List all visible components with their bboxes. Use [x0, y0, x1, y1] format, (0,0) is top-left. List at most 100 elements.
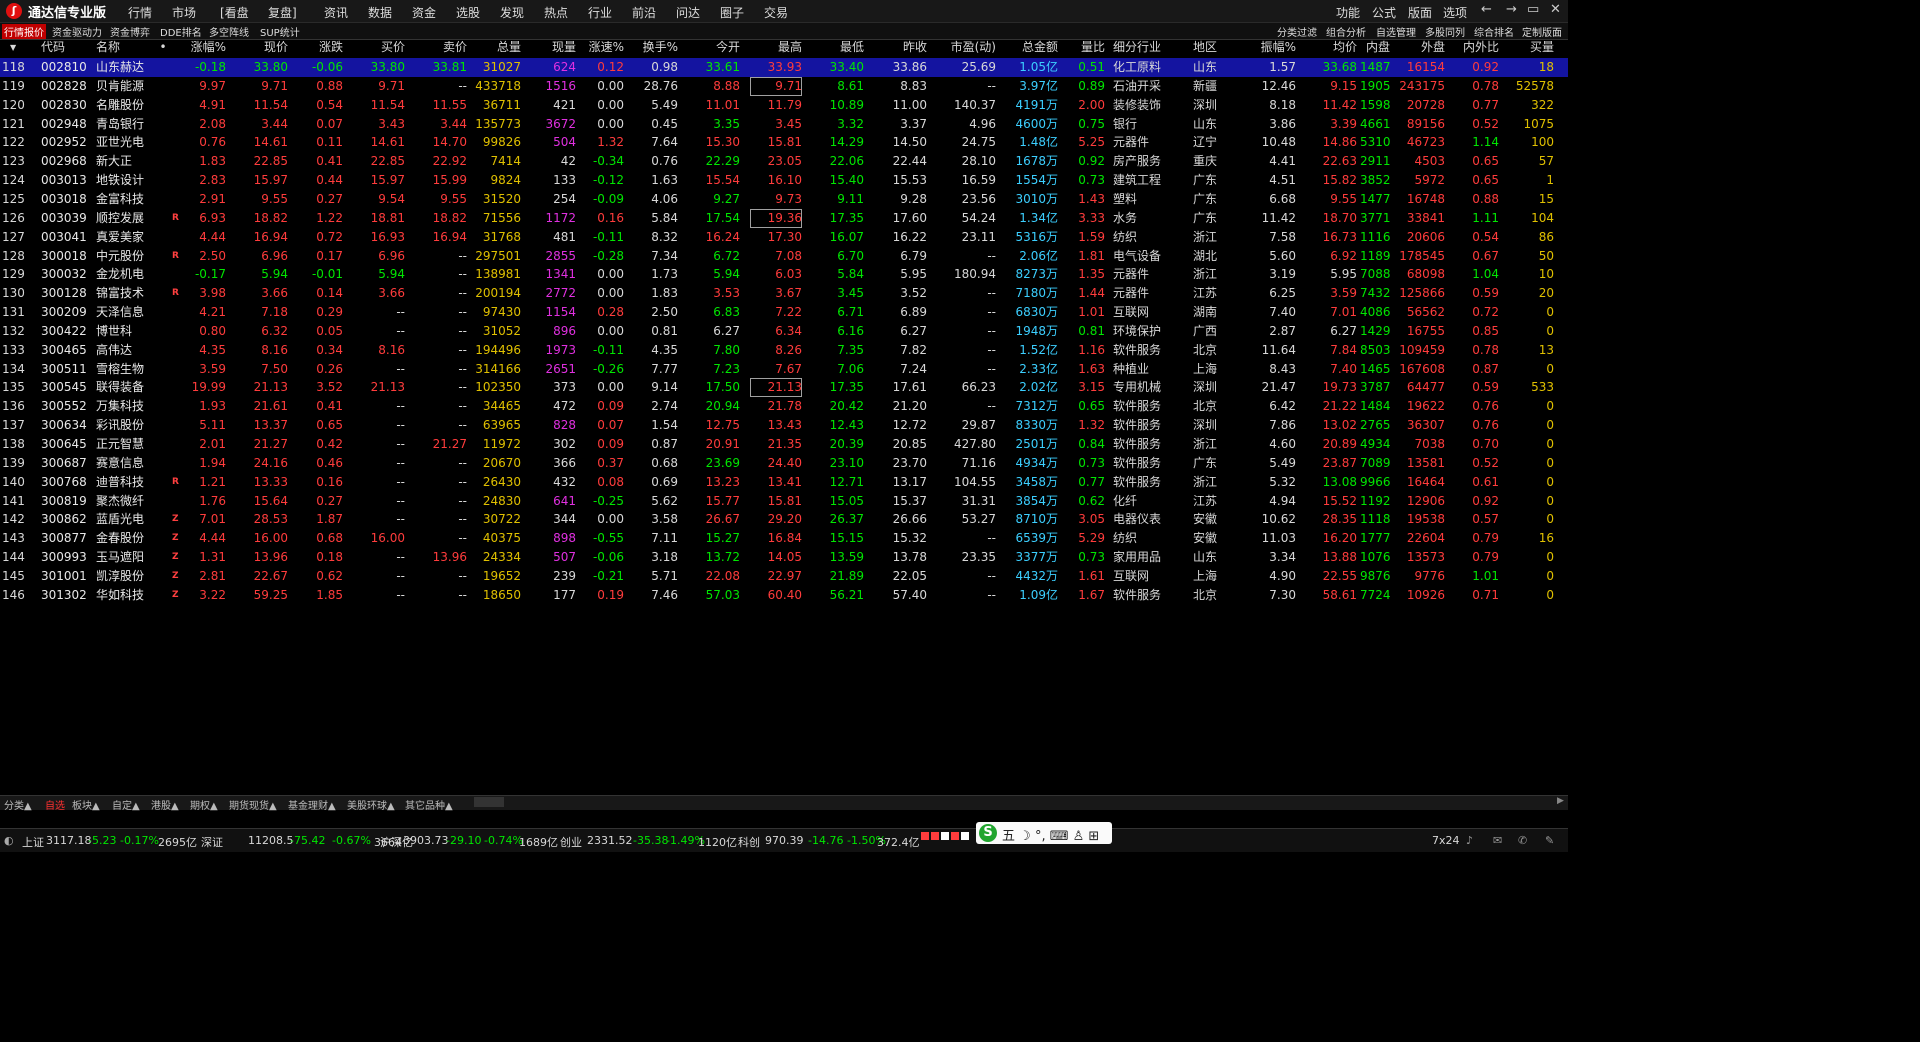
right-tab-3[interactable]: 多股同列 — [1425, 24, 1465, 39]
horizontal-scrollbar[interactable] — [474, 797, 504, 807]
right-menu-item-2[interactable]: 版面 — [1408, 4, 1432, 21]
column-header-24[interactable]: 内盘 — [1360, 39, 1390, 56]
table-row[interactable]: 120 002830 名雕股份 4.91 11.54 0.54 11.54 11.55 3671… — [0, 96, 1568, 115]
index-label[interactable]: 沪深 — [380, 834, 402, 850]
bottom-tab-8[interactable]: 美股环球▲ — [347, 797, 395, 812]
index-label[interactable]: 创业 — [560, 834, 582, 850]
table-row[interactable]: 135 300545 联得装备 19.99 21.13 3.52 21.13 -- 102350… — [0, 378, 1568, 398]
column-header-27[interactable]: 买量 — [1502, 39, 1554, 56]
tab-4[interactable]: 多空阵线 — [209, 24, 249, 39]
column-header-19[interactable]: 量比 — [1063, 39, 1105, 56]
scroll-right-icon[interactable]: ▶ — [1557, 796, 1567, 807]
bottom-tab-3[interactable]: 自定▲ — [112, 797, 140, 812]
table-row[interactable]: 131 300209 天泽信息 4.21 7.18 0.29 -- -- 97430 1154 0.… — [0, 303, 1568, 322]
menu-item-3[interactable]: 复盘] — [268, 4, 297, 21]
table-row[interactable]: 137 300634 彩讯股份 5.11 13.37 0.65 -- -- 63965 828 0.… — [0, 416, 1568, 435]
bottom-tab-0[interactable]: 分类▲ — [4, 797, 32, 812]
table-row[interactable]: 140 300768 迪普科技 R 1.21 13.33 0.16 -- -- 26430 432 0… — [0, 473, 1568, 492]
restore-window-icon[interactable]: ▭ — [1527, 2, 1539, 17]
table-row[interactable]: 133 300465 高伟达 4.35 8.16 0.34 8.16 -- 194496 1973… — [0, 341, 1568, 360]
right-menu-item-1[interactable]: 公式 — [1372, 4, 1396, 21]
right-tab-4[interactable]: 综合排名 — [1474, 24, 1514, 39]
message-icon[interactable]: ✉ — [1493, 834, 1502, 847]
table-row[interactable]: 118 002810 山东赫达 -0.18 33.80 -0.06 33.80 33.81 31… — [0, 58, 1568, 77]
table-row[interactable]: 122 002952 亚世光电 0.76 14.61 0.11 14.61 14.70 9982… — [0, 133, 1568, 152]
tab-2[interactable]: 资金博弈 — [110, 24, 150, 39]
table-row[interactable]: 143 300877 金春股份 Z 4.44 16.00 0.68 16.00 -- 40375 8… — [0, 529, 1568, 548]
menu-item-6[interactable]: 资金 — [412, 4, 436, 21]
right-tab-2[interactable]: 自选管理 — [1376, 24, 1416, 39]
right-menu-item-0[interactable]: 功能 — [1336, 4, 1360, 21]
menu-item-14[interactable]: 交易 — [764, 4, 788, 21]
bottom-tab-2[interactable]: 板块▲ — [72, 797, 100, 812]
tab-3[interactable]: DDE排名 — [160, 24, 202, 39]
tab-5[interactable]: SUP统计 — [260, 24, 300, 39]
column-header-6[interactable]: 涨跌 — [293, 39, 343, 56]
input-method-toolbar[interactable]: S 五 ☽ °, ⌨ ♙ ⊞ — [976, 822, 1112, 844]
sogou-ime-icon[interactable]: S — [979, 824, 997, 842]
menu-item-11[interactable]: 前沿 — [632, 4, 656, 21]
table-row[interactable]: 132 300422 博世科 0.80 6.32 0.05 -- -- 31052 896 0.00… — [0, 322, 1568, 341]
column-header-15[interactable]: 最低 — [808, 39, 864, 56]
table-row[interactable]: 139 300687 赛意信息 1.94 24.16 0.46 -- -- 20670 366 0.… — [0, 454, 1568, 473]
index-label[interactable]: 深证 — [201, 834, 223, 850]
table-row[interactable]: 130 300128 锦富技术 R 3.98 3.66 0.14 3.66 -- 200194 27… — [0, 284, 1568, 303]
table-row[interactable]: 127 003041 真爱美家 4.44 16.94 0.72 16.93 16.94 3176… — [0, 228, 1568, 247]
column-header-10[interactable]: 现量 — [526, 39, 576, 56]
table-row[interactable]: 144 300993 玉马遮阳 Z 1.31 13.96 0.18 -- 13.96 24334 5… — [0, 548, 1568, 567]
column-header-14[interactable]: 最高 — [750, 39, 802, 56]
column-header-9[interactable]: 总量 — [470, 39, 521, 56]
table-row[interactable]: 119 002828 贝肯能源 9.97 9.71 0.88 9.71 -- 433718 151… — [0, 76, 1568, 96]
sound-icon[interactable]: ♪ — [1466, 834, 1473, 847]
menu-item-13[interactable]: 圈子 — [720, 4, 744, 21]
table-row[interactable]: 136 300552 万集科技 1.93 21.61 0.41 -- -- 34465 472 0.… — [0, 397, 1568, 416]
column-header-18[interactable]: 总金额 — [1004, 39, 1058, 56]
table-row[interactable]: 125 003018 金富科技 2.91 9.55 0.27 9.54 9.55 31520 25… — [0, 190, 1568, 209]
table-row[interactable]: 128 300018 中元股份 R 2.50 6.96 0.17 6.96 -- 297501 28… — [0, 247, 1568, 266]
menu-item-4[interactable]: 资讯 — [324, 4, 348, 21]
menu-item-8[interactable]: 发现 — [500, 4, 524, 21]
column-header-26[interactable]: 内外比 — [1455, 39, 1499, 56]
tab-1[interactable]: 资金驱动力 — [52, 24, 102, 39]
bottom-tab-5[interactable]: 期权▲ — [190, 797, 218, 812]
menu-item-9[interactable]: 热点 — [544, 4, 568, 21]
column-header-16[interactable]: 昨收 — [870, 39, 927, 56]
bottom-tab-4[interactable]: 港股▲ — [151, 797, 179, 812]
right-tab-5[interactable]: 定制版面 — [1522, 24, 1562, 39]
back-arrow-icon[interactable]: ← — [1481, 2, 1492, 17]
table-row[interactable]: 146 301302 华如科技 Z 3.22 59.25 1.85 -- -- 18650 177 0… — [0, 586, 1568, 605]
column-header-5[interactable]: 现价 — [232, 39, 288, 56]
menu-item-7[interactable]: 选股 — [456, 4, 480, 21]
column-header-13[interactable]: 今开 — [690, 39, 740, 56]
close-icon[interactable]: ✕ — [1550, 2, 1561, 17]
bottom-tab-7[interactable]: 基金理财▲ — [288, 797, 336, 812]
table-row[interactable]: 141 300819 聚杰微纤 1.76 15.64 0.27 -- -- 24830 641 -0… — [0, 492, 1568, 511]
connection-icon[interactable]: ◐ — [4, 834, 14, 847]
menu-item-0[interactable]: 行情 — [128, 4, 152, 21]
table-row[interactable]: 145 301001 凯淳股份 Z 2.81 22.67 0.62 -- -- 19652 239-… — [0, 567, 1568, 586]
column-header-12[interactable]: 换手% — [628, 39, 678, 56]
column-header-2[interactable]: 名称 — [96, 39, 156, 56]
column-header-23[interactable]: 均价 — [1305, 39, 1357, 56]
menu-item-2[interactable]: [看盘 — [220, 4, 249, 21]
column-header-25[interactable]: 外盘 — [1395, 39, 1445, 56]
column-header-4[interactable]: 涨幅% — [176, 39, 226, 56]
index-label[interactable]: 上证 — [22, 834, 44, 850]
service-label[interactable]: 7x24 — [1432, 834, 1460, 847]
column-header-22[interactable]: 振幅% — [1250, 39, 1296, 56]
sort-down-icon[interactable]: ▼ — [10, 39, 22, 56]
notes-icon[interactable]: ✎ — [1545, 834, 1554, 847]
bottom-tab-6[interactable]: 期货现货▲ — [229, 797, 277, 812]
menu-item-1[interactable]: 市场 — [172, 4, 196, 21]
table-row[interactable]: 129 300032 金龙机电 -0.17 5.94 -0.01 5.94 -- 138981 1… — [0, 265, 1568, 284]
column-header-7[interactable]: 买价 — [350, 39, 405, 56]
index-label[interactable]: 科创 — [738, 834, 760, 850]
table-row[interactable]: 134 300511 雪榕生物 3.59 7.50 0.26 -- -- 314166 2651 -… — [0, 360, 1568, 379]
menu-item-5[interactable]: 数据 — [368, 4, 392, 21]
right-menu-item-3[interactable]: 选项 — [1443, 4, 1467, 21]
column-header-20[interactable]: 细分行业 — [1113, 39, 1173, 56]
ime-mode[interactable]: 五 — [1002, 829, 1015, 844]
column-header-21[interactable]: 地区 — [1193, 39, 1233, 56]
column-header-11[interactable]: 涨速% — [574, 39, 624, 56]
bottom-tab-1[interactable]: 自选 — [45, 797, 65, 812]
